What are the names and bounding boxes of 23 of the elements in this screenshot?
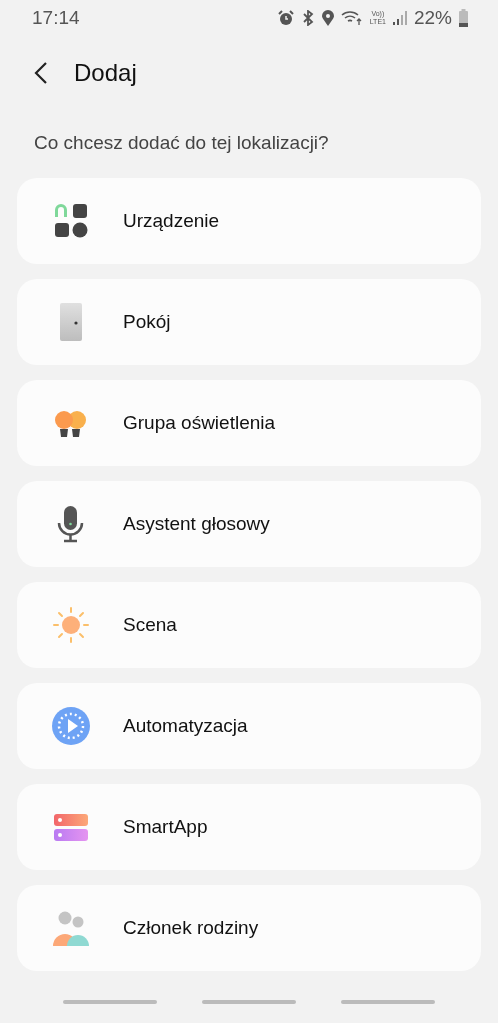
bluetooth-icon <box>300 9 315 26</box>
clock-time: 17:14 <box>32 6 81 29</box>
battery-percent: 22% <box>413 6 452 29</box>
option-card[interactable]: Grupa oświetlenia <box>17 380 481 466</box>
sun-icon <box>51 605 91 645</box>
option-card[interactable]: Urządzenie <box>17 178 481 264</box>
nav-handle[interactable] <box>62 1000 157 1004</box>
nav-handle[interactable] <box>202 1000 296 1004</box>
option-card[interactable]: Automatyzacja <box>17 683 481 769</box>
wifi-icon <box>340 9 363 26</box>
option-card[interactable]: SmartApp <box>17 784 481 870</box>
battery-icon <box>459 8 468 27</box>
page-title: Dodaj <box>74 58 137 87</box>
option-card[interactable]: Asystent głosowy <box>17 481 481 567</box>
prompt-text: Co chcesz dodać do tej lokalizacji? <box>33 131 330 155</box>
play-circle-icon <box>51 706 91 746</box>
signal-icon <box>392 10 407 25</box>
option-card[interactable]: Pokój <box>17 279 481 365</box>
nav-handle[interactable] <box>341 1000 436 1004</box>
location-icon <box>321 9 334 26</box>
option-card[interactable]: Członek rodziny <box>17 885 481 971</box>
option-card[interactable]: Scena <box>17 582 481 668</box>
alarm-icon <box>277 9 294 26</box>
